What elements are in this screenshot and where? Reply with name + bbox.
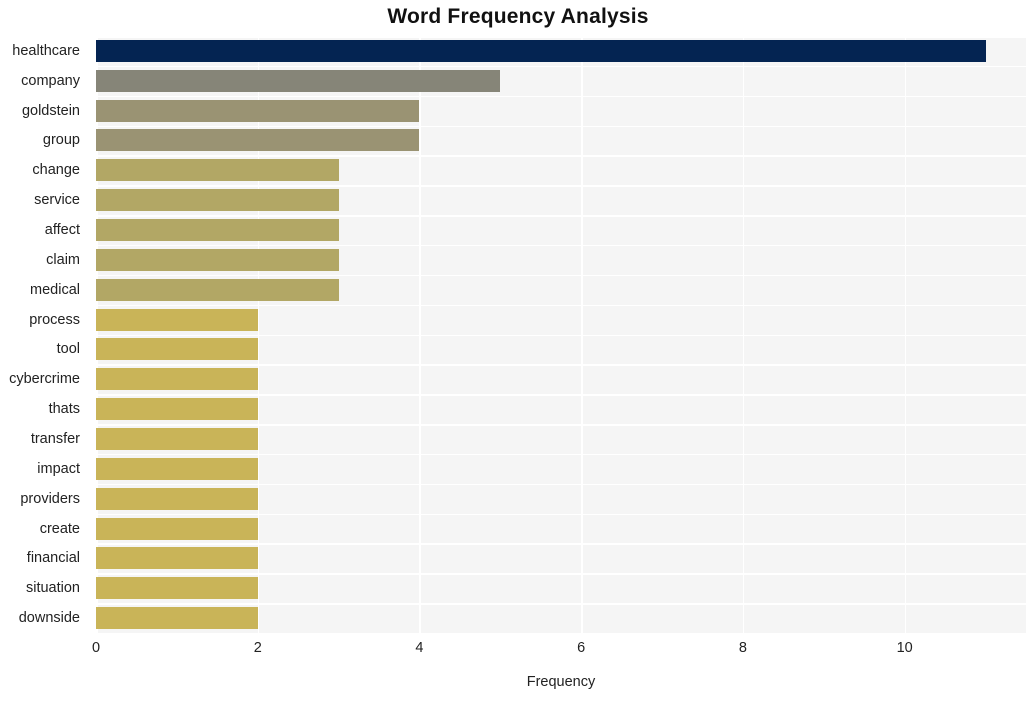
y-axis-tick-label: downside: [18, 610, 80, 627]
bar[interactable]: [96, 99, 420, 122]
y-axis-tick-label: financial: [26, 550, 80, 567]
gridline-horizontal: [96, 394, 1026, 396]
y-axis-tick-labels: healthcare company goldstein group change ser…: [0, 36, 88, 633]
bar[interactable]: [96, 308, 258, 331]
gridline-horizontal: [96, 244, 1026, 247]
bar[interactable]: [96, 547, 258, 570]
bar[interactable]: [96, 248, 339, 271]
bar[interactable]: [96, 338, 258, 361]
gridline-horizontal: [96, 36, 1026, 38]
x-axis-title: Frequency: [526, 674, 596, 690]
gridline-horizontal: [96, 185, 1026, 187]
x-axis-tick-label: 2: [253, 640, 262, 656]
chart-figure: Word Frequency Analysis healthcare compan…: [0, 0, 1036, 701]
gridline-horizontal: [96, 543, 1026, 545]
y-axis-tick-label: healthcare: [12, 42, 80, 59]
y-axis-tick-label: change: [32, 162, 80, 179]
bar[interactable]: [96, 69, 501, 92]
y-axis-tick-label: goldstein: [21, 102, 80, 119]
y-axis-tick-label: group: [42, 132, 80, 149]
bar[interactable]: [96, 487, 258, 510]
bar[interactable]: [96, 368, 258, 391]
y-axis-tick-label: situation: [25, 580, 80, 597]
y-axis-tick-label: company: [21, 72, 80, 89]
plot-area: [96, 36, 1026, 635]
bar[interactable]: [96, 219, 339, 242]
x-axis-tick-label: 6: [577, 640, 586, 656]
y-axis-tick-label: claim: [46, 251, 80, 268]
y-axis-tick-label: service: [34, 192, 80, 209]
x-axis-tick-label: 4: [415, 640, 424, 656]
gridline-horizontal: [96, 453, 1026, 456]
bar[interactable]: [96, 517, 258, 540]
gridline-horizontal: [96, 513, 1026, 516]
gridline-horizontal: [96, 215, 1026, 217]
gridline-horizontal: [96, 633, 1026, 635]
gridline-horizontal: [96, 274, 1026, 277]
y-axis-tick-label: cybercrime: [9, 371, 80, 388]
bar[interactable]: [96, 39, 986, 62]
bar[interactable]: [96, 159, 339, 182]
gridline-horizontal: [96, 483, 1026, 486]
gridline-horizontal: [96, 304, 1026, 307]
y-axis-tick-label: medical: [30, 281, 80, 298]
x-axis-tick-labels: 0 2 4 6 8 10: [92, 640, 1026, 662]
chart-title: Word Frequency Analysis: [387, 5, 649, 28]
y-axis-tick-label: providers: [20, 490, 80, 507]
x-axis-tick-label: 0: [91, 640, 101, 656]
gridline-horizontal: [96, 424, 1026, 426]
bar[interactable]: [96, 427, 258, 450]
gridline-horizontal: [96, 125, 1026, 128]
gridline-horizontal: [96, 95, 1026, 98]
y-axis-tick-label: transfer: [30, 430, 80, 447]
y-axis-tick-label: tool: [56, 341, 80, 358]
gridline-horizontal: [96, 334, 1026, 336]
y-axis-tick-label: process: [29, 311, 80, 328]
y-axis-tick-label: impact: [37, 460, 80, 477]
y-axis-tick-label: create: [39, 520, 80, 537]
x-axis-tick-label: 10: [896, 640, 913, 656]
bar[interactable]: [96, 278, 339, 301]
gridline-horizontal: [96, 364, 1026, 366]
y-axis-tick-label: thats: [48, 401, 80, 418]
y-axis-tick-label: affect: [44, 222, 80, 239]
gridline-horizontal: [96, 603, 1026, 605]
gridline-horizontal: [96, 573, 1026, 575]
gridline-horizontal: [96, 65, 1026, 68]
bar[interactable]: [96, 607, 258, 630]
bar[interactable]: [96, 577, 258, 600]
x-axis-tick-label: 8: [738, 640, 747, 656]
bar[interactable]: [96, 457, 258, 480]
gridline-horizontal: [96, 155, 1026, 157]
bar[interactable]: [96, 189, 339, 212]
bar[interactable]: [96, 129, 420, 152]
bar[interactable]: [96, 398, 258, 421]
